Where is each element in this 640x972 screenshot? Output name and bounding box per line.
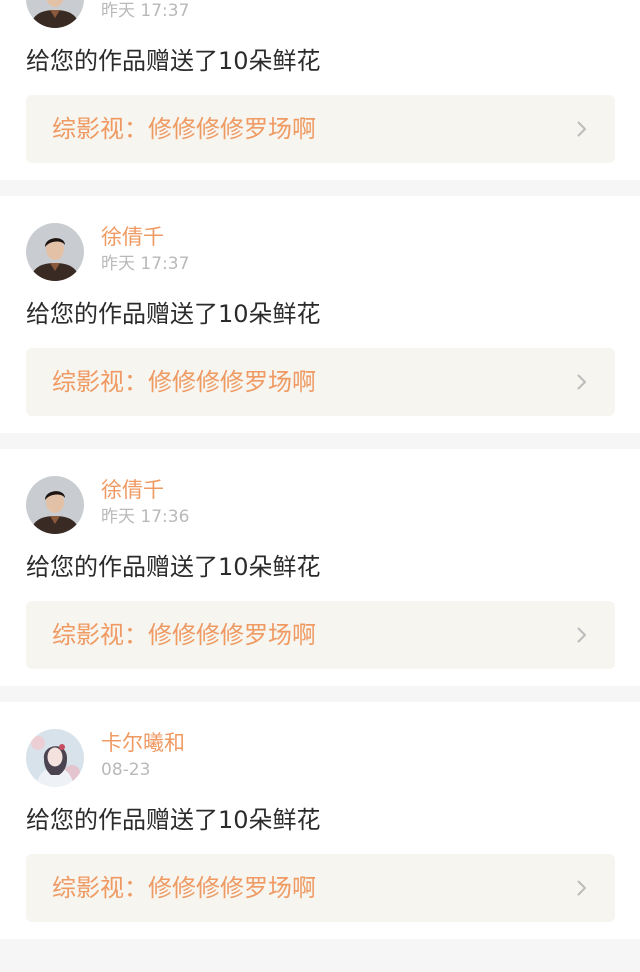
male-portrait-icon — [26, 223, 84, 281]
username[interactable]: 卡尔曦和 — [101, 730, 185, 756]
work-title: 综影视：修修修修罗场啊 — [52, 874, 316, 902]
chevron-right-icon — [577, 374, 587, 390]
chevron-right-icon — [577, 627, 587, 643]
work-title: 综影视：修修修修罗场啊 — [52, 621, 316, 649]
work-link[interactable]: 综影视：修修修修罗场啊 — [26, 95, 615, 163]
timestamp: 昨天 17:36 — [101, 507, 190, 527]
avatar[interactable] — [26, 476, 84, 534]
notification-card: 徐倩千 昨天 17:36 给您的作品赠送了10朵鲜花 综影视：修修修修罗场啊 — [0, 449, 640, 686]
female-illustration-icon — [26, 729, 84, 787]
username[interactable]: 徐倩千 — [101, 477, 164, 503]
avatar[interactable] — [26, 223, 84, 281]
chevron-right-icon — [577, 121, 587, 137]
notification-message: 给您的作品赠送了10朵鲜花 — [26, 300, 321, 328]
male-portrait-icon — [26, 476, 84, 534]
work-link[interactable]: 综影视：修修修修罗场啊 — [26, 348, 615, 416]
male-portrait-icon — [26, 0, 84, 28]
avatar[interactable] — [26, 0, 84, 28]
notification-feed: 昨天 17:37 给您的作品赠送了10朵鲜花 综影视：修修修修罗场啊 徐倩千 昨… — [0, 0, 640, 972]
notification-message: 给您的作品赠送了10朵鲜花 — [26, 47, 321, 75]
notification-card: 昨天 17:37 给您的作品赠送了10朵鲜花 综影视：修修修修罗场啊 — [0, 0, 640, 180]
work-link[interactable]: 综影视：修修修修罗场啊 — [26, 854, 615, 922]
chevron-right-icon — [577, 880, 587, 896]
avatar[interactable] — [26, 729, 84, 787]
notification-card: 徐倩千 昨天 17:37 给您的作品赠送了10朵鲜花 综影视：修修修修罗场啊 — [0, 196, 640, 433]
timestamp: 昨天 17:37 — [101, 1, 190, 21]
work-link[interactable]: 综影视：修修修修罗场啊 — [26, 601, 615, 669]
notification-message: 给您的作品赠送了10朵鲜花 — [26, 553, 321, 581]
work-title: 综影视：修修修修罗场啊 — [52, 115, 316, 143]
notification-card: 卡尔曦和 08-23 给您的作品赠送了10朵鲜花 综影视：修修修修罗场啊 — [0, 702, 640, 939]
notification-message: 给您的作品赠送了10朵鲜花 — [26, 806, 321, 834]
timestamp: 08-23 — [101, 760, 151, 780]
username[interactable]: 徐倩千 — [101, 224, 164, 250]
work-title: 综影视：修修修修罗场啊 — [52, 368, 316, 396]
timestamp: 昨天 17:37 — [101, 254, 190, 274]
